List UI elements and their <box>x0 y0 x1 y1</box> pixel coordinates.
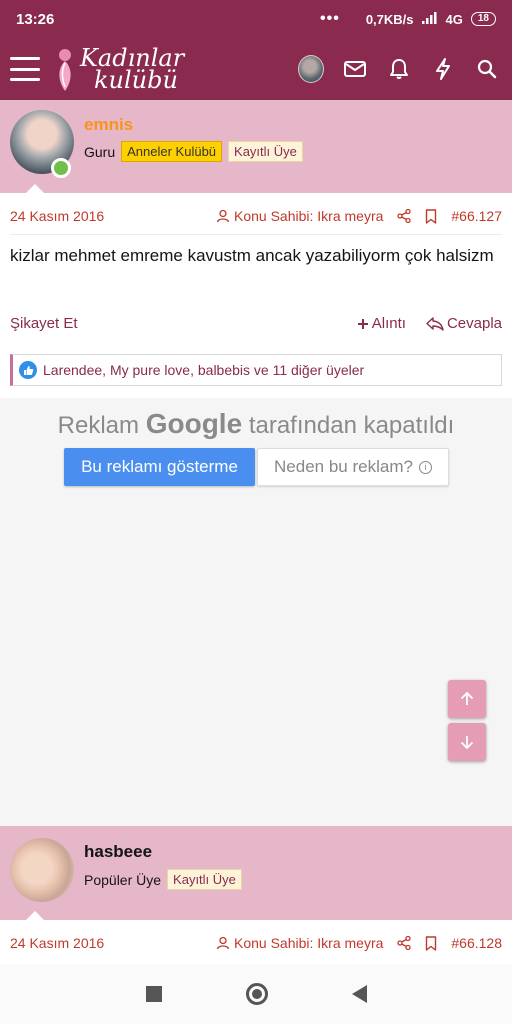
author-rank: Popüler Üye <box>84 871 162 888</box>
bell-icon[interactable] <box>386 56 412 82</box>
member-badge: Kayıtlı Üye <box>167 869 242 890</box>
profile-avatar-button[interactable] <box>298 55 324 83</box>
post-date[interactable]: 24 Kasım 2016 <box>10 208 104 224</box>
reply-label: Cevapla <box>446 315 502 332</box>
app-header: Kadınlar kulübü <box>0 38 512 100</box>
scroll-up-button[interactable] <box>448 680 486 718</box>
like-icon <box>19 361 37 379</box>
thread-owner-label: Konu Sahibi: Ikra meyra <box>233 208 384 224</box>
online-status-icon <box>51 158 71 178</box>
author-username[interactable]: hasbeee <box>84 842 152 862</box>
ad-closed-title: Reklam Google tarafından kapatıldı <box>0 408 512 440</box>
group-badge: Anneler Kulübü <box>121 141 223 162</box>
system-nav-bar <box>0 964 512 1024</box>
share-icon[interactable] <box>397 936 412 950</box>
menu-icon[interactable] <box>10 57 40 81</box>
status-bar: 13:26 ••• 0,7KB/s 4G 18 <box>0 0 512 38</box>
post-date[interactable]: 24 Kasım 2016 <box>10 935 104 951</box>
ad-placeholder: Reklam Google tarafından kapatıldı Bu re… <box>0 400 512 826</box>
divider <box>10 234 502 235</box>
recents-button[interactable] <box>145 986 162 1002</box>
author-username[interactable]: emnis <box>84 115 133 135</box>
author-rank: Guru <box>84 143 116 160</box>
member-badge: Kayıtlı Üye <box>228 141 303 162</box>
user-icon <box>216 209 230 223</box>
bookmark-icon[interactable] <box>425 208 437 224</box>
site-logo[interactable]: Kadınlar kulübü <box>54 45 184 93</box>
more-dots: ••• <box>320 10 340 27</box>
reply-icon <box>426 316 444 331</box>
logo-mark-icon <box>59 49 71 91</box>
thread-owner-label: Konu Sahibi: Ikra meyra <box>233 935 384 951</box>
author-avatar[interactable] <box>10 838 74 902</box>
report-button[interactable]: Şikayet Et <box>10 315 78 332</box>
post-number[interactable]: #66.127 <box>451 208 502 224</box>
info-icon: i <box>418 460 432 474</box>
home-button[interactable] <box>245 983 268 1005</box>
google-logo: Google <box>145 408 243 439</box>
post-body: 24 Kasım 2016 Konu Sahibi: Ikra meyra #6… <box>0 193 512 398</box>
reactions-text: Larendee, My pure love, balbebis ve 11 d… <box>43 362 365 378</box>
hide-ad-button[interactable]: Bu reklamı gösterme <box>64 448 255 486</box>
post-message: kizlar mehmet emreme kavustm ancak yazab… <box>10 246 494 265</box>
arrow-up-icon <box>460 691 474 705</box>
search-icon[interactable] <box>474 56 500 82</box>
logo-line-2: kulübü <box>94 66 178 94</box>
ad-title-prefix: Reklam <box>57 412 140 439</box>
back-button[interactable] <box>351 985 367 1003</box>
share-icon[interactable] <box>397 209 412 223</box>
reply-button[interactable]: Cevapla <box>426 315 502 332</box>
bookmark-icon[interactable] <box>425 935 437 951</box>
ad-title-suffix: tarafından kapatıldı <box>248 412 455 439</box>
quote-button[interactable]: Alıntı <box>357 315 406 332</box>
network-type: 4G <box>445 11 463 27</box>
battery-icon: 18 <box>470 12 496 26</box>
avatar <box>298 55 324 83</box>
why-this-ad-label: Neden bu reklam? <box>274 457 413 476</box>
user-icon <box>216 936 230 950</box>
scroll-down-button[interactable] <box>448 723 486 761</box>
signal-icon <box>421 11 438 27</box>
status-time: 13:26 <box>16 10 55 28</box>
plus-icon <box>357 318 368 329</box>
arrow-down-icon <box>460 736 474 750</box>
quote-label: Alıntı <box>371 315 406 332</box>
why-this-ad-button[interactable]: Neden bu reklam? i <box>257 448 449 486</box>
bubble-notch <box>26 911 44 920</box>
post-author-block: hasbeee Popüler Üye Kayıtlı Üye <box>0 826 512 920</box>
network-speed: 0,7KB/s <box>365 11 414 27</box>
post-author-block: emnis Guru Anneler Kulübü Kayıtlı Üye <box>0 100 512 193</box>
post-number[interactable]: #66.128 <box>451 935 502 951</box>
bubble-notch <box>26 184 44 193</box>
lightning-icon[interactable] <box>430 56 456 82</box>
post-body: 24 Kasım 2016 Konu Sahibi: Ikra meyra #6… <box>0 920 512 964</box>
reactions-bar[interactable]: Larendee, My pure love, balbebis ve 11 d… <box>10 354 502 386</box>
mail-icon[interactable] <box>342 56 368 82</box>
